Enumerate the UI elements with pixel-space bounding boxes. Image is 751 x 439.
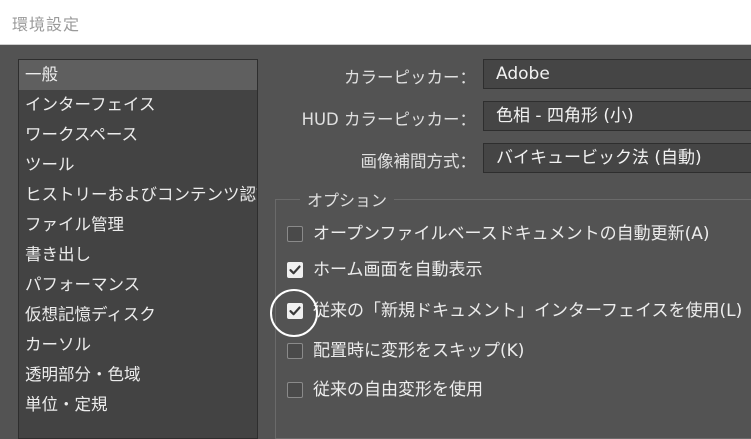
window-title: 環境設定 — [12, 15, 81, 34]
show-home-screen-label: ホーム画面を自動表示 — [313, 260, 483, 280]
legacy-free-transform-label: 従来の自由変形を使用 — [313, 380, 483, 400]
sidebar-item-history-content-credentials[interactable]: ヒストリーおよびコンテンツ認証... — [19, 180, 257, 210]
sidebar-item-performance[interactable]: パフォーマンス — [19, 270, 257, 300]
option-legacy-free-transform[interactable]: 従来の自由変形を使用 — [287, 378, 751, 404]
skip-transform-label: 配置時に変形をスキップ(K) — [313, 341, 525, 361]
sidebar-item-units-rulers[interactable]: 単位・定規 — [19, 390, 257, 420]
hud-color-picker-select[interactable]: 色相 - 四角形 (小) — [483, 101, 751, 131]
sidebar-item-interface[interactable]: インターフェイス — [19, 90, 257, 120]
legacy-new-document-label: 従来の「新規ドキュメント」インターフェイスを使用(L) — [313, 301, 743, 321]
color-picker-select[interactable]: Adobe — [483, 59, 751, 89]
option-legacy-new-document[interactable]: 従来の「新規ドキュメント」インターフェイスを使用(L) — [287, 299, 751, 325]
checkmark-icon — [289, 265, 301, 275]
highlight-circle — [270, 289, 318, 337]
sidebar-item-scratch-disks[interactable]: 仮想記憶ディスク — [19, 300, 257, 330]
sidebar-item-export[interactable]: 書き出し — [19, 240, 257, 270]
sidebar-item-file-handling[interactable]: ファイル管理 — [19, 210, 257, 240]
hud-color-picker-label: HUD カラーピッカー： — [301, 110, 476, 129]
option-auto-update-documents[interactable]: オープンファイルベースドキュメントの自動更新(A) — [287, 222, 751, 248]
skip-transform-checkbox[interactable] — [287, 343, 303, 359]
hud-color-picker-row: HUD カラーピッカー： 色相 - 四角形 (小) — [270, 101, 751, 133]
auto-update-checkbox[interactable] — [287, 226, 303, 242]
image-interpolation-select[interactable]: バイキュービック法 (自動) — [483, 143, 751, 173]
title-bar: 環境設定 — [0, 0, 751, 45]
option-show-home-screen[interactable]: ホーム画面を自動表示 — [287, 258, 751, 284]
image-interpolation-row: 画像補間方式： バイキュービック法 (自動) — [270, 143, 751, 175]
preferences-category-list[interactable]: 一般 インターフェイス ワークスペース ツール ヒストリーおよびコンテンツ認証.… — [18, 59, 258, 439]
sidebar-item-transparency-gamut[interactable]: 透明部分・色域 — [19, 360, 257, 390]
sidebar-item-cursors[interactable]: カーソル — [19, 330, 257, 360]
legacy-free-transform-checkbox[interactable] — [287, 382, 303, 398]
sidebar-item-workspace[interactable]: ワークスペース — [19, 120, 257, 150]
options-legend: オプション — [300, 187, 395, 211]
sidebar-item-tools[interactable]: ツール — [19, 150, 257, 180]
sidebar-item-general[interactable]: 一般 — [19, 60, 257, 90]
show-home-screen-checkbox[interactable] — [287, 262, 303, 278]
auto-update-label: オープンファイルベースドキュメントの自動更新(A) — [313, 224, 710, 244]
color-picker-label: カラーピッカー： — [344, 68, 476, 87]
option-skip-transform-on-place[interactable]: 配置時に変形をスキップ(K) — [287, 339, 751, 365]
color-picker-row: カラーピッカー： Adobe — [270, 59, 751, 91]
image-interpolation-label: 画像補間方式： — [360, 152, 477, 171]
